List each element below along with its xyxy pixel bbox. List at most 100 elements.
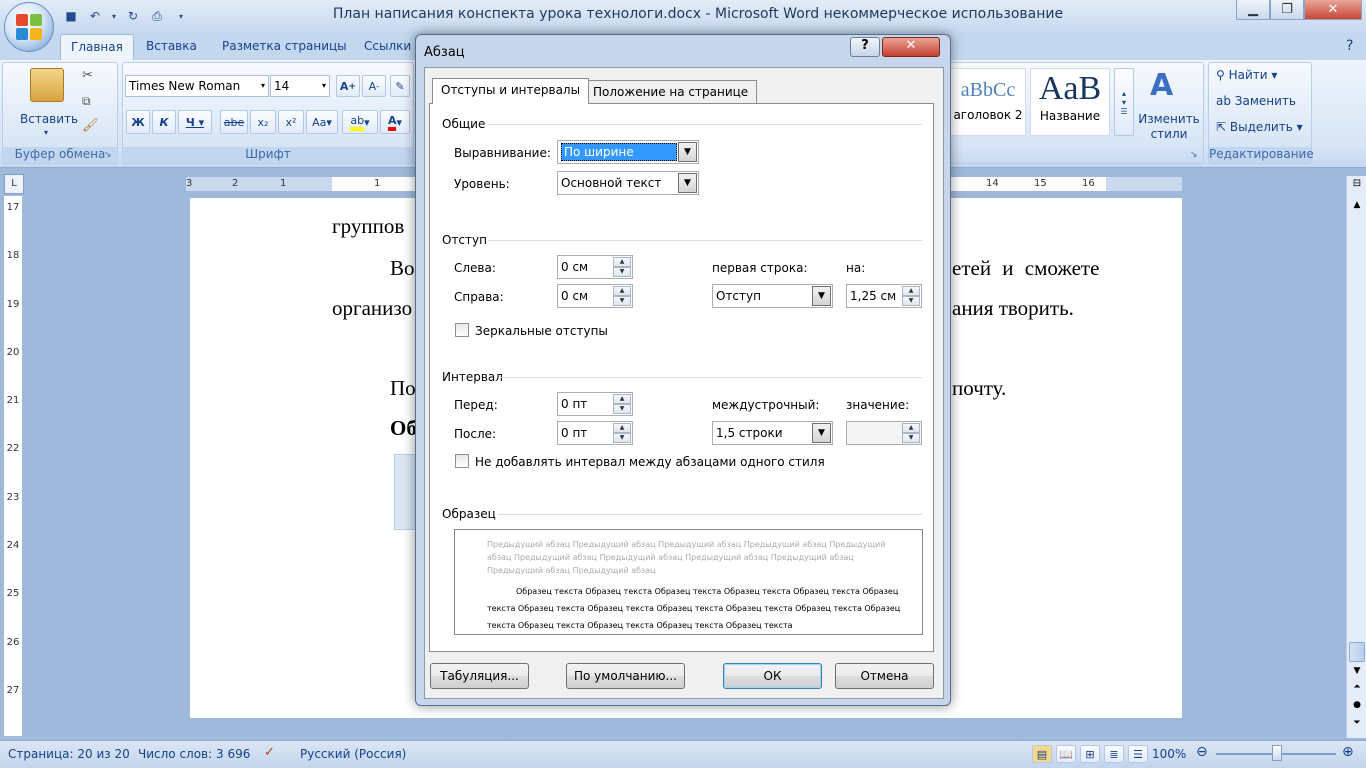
spin-down-icon[interactable]: ▼ (902, 433, 920, 443)
spin-up-icon[interactable]: ▲ (613, 257, 631, 267)
change-styles-icon[interactable]: A (1150, 68, 1173, 103)
full-screen-reading-icon[interactable]: 📖 (1056, 745, 1076, 763)
clear-formatting-icon[interactable]: ✎ (390, 75, 410, 97)
ruler-toggle-icon[interactable]: ⊟ (1349, 178, 1365, 192)
first-line-select[interactable]: Отступ ▼ (712, 284, 833, 308)
scroll-thumb[interactable] (1349, 642, 1365, 662)
vertical-ruler[interactable]: 17 18 19 20 21 22 23 24 25 26 27 (4, 196, 22, 736)
bold-icon[interactable]: Ж (126, 110, 150, 134)
paste-icon[interactable] (30, 68, 64, 102)
zoom-in-icon[interactable]: ⊕ (1342, 744, 1354, 760)
zoom-out-icon[interactable]: ⊖ (1196, 744, 1208, 760)
clipboard-launcher-icon[interactable]: ↘ (104, 150, 112, 160)
font-name-dropdown-icon[interactable]: ▾ (261, 76, 265, 96)
spin-up-icon[interactable]: ▲ (613, 394, 631, 404)
status-language[interactable]: Русский (Россия) (300, 747, 406, 761)
superscript-icon[interactable]: x² (278, 110, 304, 134)
grow-font-icon[interactable]: A + (336, 75, 360, 97)
alignment-dropdown-icon[interactable]: ▼ (678, 142, 697, 162)
shrink-font-icon[interactable]: A- (362, 75, 386, 97)
replace-button[interactable]: ab Заменить (1216, 94, 1296, 108)
format-painter-icon[interactable]: 🖌 (82, 118, 99, 133)
font-name-combo[interactable]: Times New Roman ▾ (125, 75, 269, 97)
styles-scroll[interactable]: ▴ ▾ ☰ (1114, 68, 1134, 136)
dialog-close-icon[interactable]: ✕ (882, 37, 940, 57)
spin-up-icon[interactable]: ▲ (902, 286, 920, 296)
minimize-button[interactable]: ▁ (1236, 0, 1270, 20)
underline-icon[interactable]: Ч ▾ (178, 110, 212, 134)
spin-up-icon[interactable]: ▲ (613, 286, 631, 296)
select-browse-object-icon[interactable]: ● (1349, 700, 1365, 714)
spacing-at-spinner[interactable]: ▲ ▼ (846, 421, 922, 445)
close-button[interactable]: ✕ (1304, 0, 1362, 20)
copy-icon[interactable]: ⧉ (82, 94, 91, 109)
find-button[interactable]: ⚲ Найти ▾ (1216, 68, 1277, 82)
tab-insert[interactable]: Вставка (136, 34, 207, 60)
indent-by-spinner[interactable]: 1,25 см ▲ ▼ (846, 284, 922, 308)
tab-home[interactable]: Главная (60, 34, 134, 60)
level-select[interactable]: Основной текст ▼ (557, 171, 699, 195)
mirror-indents-checkbox[interactable] (455, 323, 469, 337)
spacing-after-spinner[interactable]: 0 пт ▲ ▼ (557, 421, 633, 445)
next-page-icon[interactable]: ⏷ (1349, 718, 1365, 732)
spin-up-icon[interactable]: ▲ (902, 423, 920, 433)
tab-selector[interactable]: L (4, 174, 24, 194)
first-line-dropdown-icon[interactable]: ▼ (812, 286, 831, 306)
spin-down-icon[interactable]: ▼ (613, 404, 631, 414)
cancel-button[interactable]: Отмена (835, 663, 934, 689)
styles-launcher-icon[interactable]: ↘ (1190, 150, 1198, 160)
status-word-count[interactable]: Число слов: 3 696 (138, 747, 250, 761)
tab-line-page-breaks[interactable]: Положение на странице (584, 80, 758, 104)
indent-by-spin[interactable]: ▲ ▼ (902, 286, 920, 306)
scroll-up-icon[interactable]: ▲ (1349, 200, 1365, 214)
outline-icon[interactable]: ≣ (1104, 745, 1124, 763)
paste-button-label[interactable]: Вставить (20, 112, 78, 126)
indent-left-spin[interactable]: ▲ ▼ (613, 257, 631, 277)
tab-references[interactable]: Ссылки (354, 34, 421, 60)
spacing-after-spin[interactable]: ▲ ▼ (613, 423, 631, 443)
previous-page-icon[interactable]: ⏶ (1349, 682, 1365, 696)
spin-down-icon[interactable]: ▼ (613, 296, 631, 306)
office-button[interactable] (4, 2, 54, 52)
status-page[interactable]: Страница: 20 из 20 (8, 747, 130, 761)
font-size-dropdown-icon[interactable]: ▾ (322, 76, 326, 96)
maximize-button[interactable]: ❐ (1270, 0, 1304, 20)
spacing-at-spin[interactable]: ▲ ▼ (902, 423, 920, 443)
level-dropdown-icon[interactable]: ▼ (678, 173, 697, 193)
styles-more-icon[interactable]: ☰ (1120, 107, 1127, 116)
dialog-help-icon[interactable]: ? (850, 37, 880, 57)
select-button[interactable]: ⇱ Выделить ▾ (1216, 120, 1303, 134)
indent-right-spinner[interactable]: 0 см ▲ ▼ (557, 284, 633, 308)
tabs-button[interactable]: Табуляция... (430, 663, 529, 689)
draft-icon[interactable]: ☰ (1128, 745, 1148, 763)
ok-button[interactable]: ОК (723, 663, 822, 689)
set-default-button[interactable]: По умолчанию... (566, 663, 685, 689)
highlight-icon[interactable]: ab ▾ (342, 110, 378, 134)
change-styles-label[interactable]: Изменить стили (1136, 112, 1202, 142)
vertical-scrollbar[interactable]: ⊟ ▲ ▼ ⏶ ● ⏷ (1346, 176, 1366, 738)
spelling-check-icon[interactable]: ✓ (264, 745, 275, 760)
no-space-same-style-checkbox[interactable] (455, 454, 469, 468)
spin-down-icon[interactable]: ▼ (613, 433, 631, 443)
font-color-icon[interactable]: A ▾ (380, 110, 410, 134)
spin-up-icon[interactable]: ▲ (613, 423, 631, 433)
cut-icon[interactable]: ✂ (82, 68, 93, 83)
italic-icon[interactable]: К (152, 110, 176, 134)
help-icon[interactable]: ? (1346, 38, 1353, 54)
zoom-level[interactable]: 100% (1152, 747, 1186, 761)
print-layout-icon[interactable]: ▤ (1032, 745, 1052, 763)
zoom-slider-thumb[interactable] (1272, 745, 1282, 761)
indent-left-spinner[interactable]: 0 см ▲ ▼ (557, 255, 633, 279)
spacing-before-spin[interactable]: ▲ ▼ (613, 394, 631, 414)
web-layout-icon[interactable]: ⊞ (1080, 745, 1100, 763)
line-spacing-dropdown-icon[interactable]: ▼ (812, 423, 831, 443)
spin-down-icon[interactable]: ▼ (902, 296, 920, 306)
line-spacing-select[interactable]: 1,5 строки ▼ (712, 421, 833, 445)
tab-indents-spacing[interactable]: Отступы и интервалы (432, 78, 590, 104)
strikethrough-icon[interactable]: abe (220, 110, 248, 134)
indent-right-spin[interactable]: ▲ ▼ (613, 286, 631, 306)
tab-page-layout[interactable]: Разметка страницы (212, 34, 357, 60)
change-case-icon[interactable]: Aa▾ (306, 110, 338, 134)
paste-dropdown-icon[interactable]: ▾ (44, 128, 48, 137)
scroll-down-icon[interactable]: ▼ (1349, 666, 1365, 680)
